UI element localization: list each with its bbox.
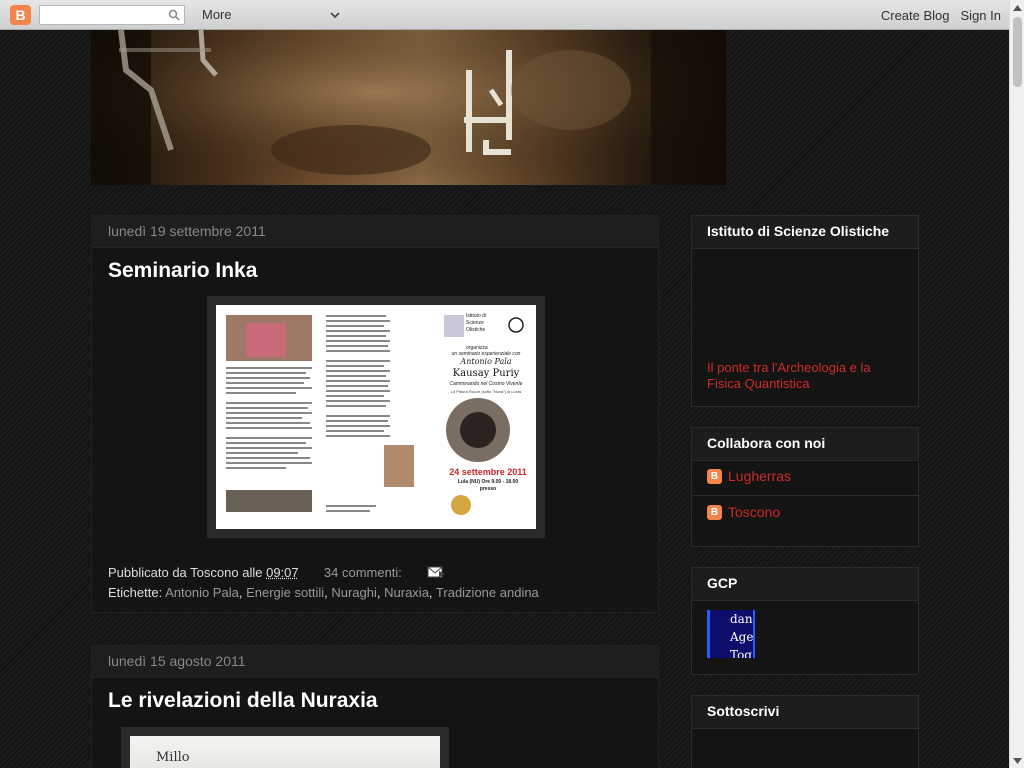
gcp-dot-widget[interactable]: dan Age Tog xyxy=(707,610,755,658)
blogger-profile-icon: B xyxy=(707,468,722,484)
flyer-date: 24 settembre 2011 xyxy=(449,467,527,477)
gcp-line: Tog xyxy=(730,648,752,658)
flyer-subtitle: Camminando nel Cosmo Vivente xyxy=(449,381,523,387)
widget-title: Sottoscrivi xyxy=(692,696,918,729)
label-link[interactable]: Antonio Pala xyxy=(165,585,239,600)
label-link[interactable]: Energie sottili xyxy=(246,585,324,600)
flyer-place: La Pittura Rocce (sotto "Nuxa") di Luras xyxy=(450,389,522,394)
post-title[interactable]: Seminario Inka xyxy=(108,259,257,283)
post-image-frame[interactable]: Millo xyxy=(121,727,449,768)
blog-header-image[interactable] xyxy=(91,30,726,185)
label-link[interactable]: Nuraghi xyxy=(331,585,377,600)
label-link[interactable]: Tradizione andina xyxy=(436,585,539,600)
image-handwriting: Millo xyxy=(156,750,190,765)
published-by-label: Pubblicato da xyxy=(108,565,187,580)
comments-link[interactable]: 34 commenti: xyxy=(324,565,402,580)
istituto-link[interactable]: Il ponte tra l'Archeologia e la Fisica Q… xyxy=(707,360,907,392)
widget-title: Istituto di Scienze Olistiche xyxy=(692,216,918,249)
flyer-location-time: Lula (NU) Ore 9.00 - 18.00 xyxy=(457,479,519,485)
post-time-link[interactable]: 09:07 xyxy=(266,565,299,580)
labels-prefix: Etichette: xyxy=(108,585,163,600)
page-scrollbar[interactable] xyxy=(1009,0,1024,768)
post-author[interactable]: Toscono xyxy=(190,565,238,580)
scroll-down-arrow-icon[interactable] xyxy=(1010,753,1024,768)
contributor-item[interactable]: B Lugherras xyxy=(707,468,791,484)
rock-carving-picture xyxy=(91,30,726,185)
widget-gcp: GCP dan Age Tog xyxy=(691,567,919,675)
contributor-name[interactable]: Toscono xyxy=(728,504,780,520)
flyer-event: Kausay Puriy xyxy=(452,368,520,379)
widget-istituto: Istituto di Scienze Olistiche Il ponte t… xyxy=(691,215,919,407)
widget-title: GCP xyxy=(692,568,918,601)
post-labels: Etichette: Antonio Pala, Energie sottili… xyxy=(108,585,539,600)
blogger-logo-icon[interactable]: B xyxy=(10,5,31,25)
gcp-line: dan xyxy=(730,612,753,626)
post-rivelazioni-nuraxia: lunedì 15 agosto 2011 Le rivelazioni del… xyxy=(91,645,659,768)
label-link[interactable]: Nuraxia xyxy=(384,585,429,600)
contributor-name[interactable]: Lugherras xyxy=(728,468,791,484)
post-date: lunedì 19 settembre 2011 xyxy=(92,216,658,248)
gcp-line: Age xyxy=(730,630,754,644)
post-title[interactable]: Le rivelazioni della Nuraxia xyxy=(108,689,378,713)
search-input[interactable] xyxy=(39,5,185,25)
more-dropdown[interactable]: More xyxy=(196,4,346,26)
blogger-profile-icon: B xyxy=(707,504,722,520)
create-blog-link[interactable]: Create Blog xyxy=(881,8,950,23)
contributor-item[interactable]: B Toscono xyxy=(707,504,780,520)
seminar-flyer-image[interactable]: Istituto di Scienze Olistiche organizza … xyxy=(216,305,536,529)
widget-collabora: Collabora con noi B Lugherras B Toscono xyxy=(691,427,919,547)
email-post-icon[interactable] xyxy=(427,566,446,578)
at-label: alle xyxy=(242,565,263,580)
flyer-graphic xyxy=(226,315,524,515)
flyer-presso: presso xyxy=(479,486,497,492)
widget-sottoscrivi: Sottoscrivi xyxy=(691,695,919,768)
scrollbar-thumb[interactable] xyxy=(1013,17,1022,87)
search-icon[interactable] xyxy=(168,9,180,21)
post-byline: Pubblicato da Toscono alle 09:07 34 comm… xyxy=(108,565,446,580)
scroll-up-arrow-icon[interactable] xyxy=(1010,0,1024,15)
flyer-org: Istituto di Scienze Olistiche xyxy=(466,313,487,333)
chevron-down-icon xyxy=(330,12,340,19)
post-seminario-inka: lunedì 19 settembre 2011 Seminario Inka xyxy=(91,215,659,613)
more-label: More xyxy=(202,7,232,22)
sign-in-link[interactable]: Sign In xyxy=(961,8,1001,23)
blogger-navbar: B More Create Blog Sign In xyxy=(0,0,1010,30)
flyer-speaker: Antonio Pala xyxy=(460,357,512,366)
post-image-frame[interactable]: Istituto di Scienze Olistiche organizza … xyxy=(207,296,545,538)
widget-title: Collabora con noi xyxy=(692,428,918,461)
post-date: lunedì 15 agosto 2011 xyxy=(92,646,658,678)
post-image[interactable]: Millo xyxy=(130,736,440,768)
